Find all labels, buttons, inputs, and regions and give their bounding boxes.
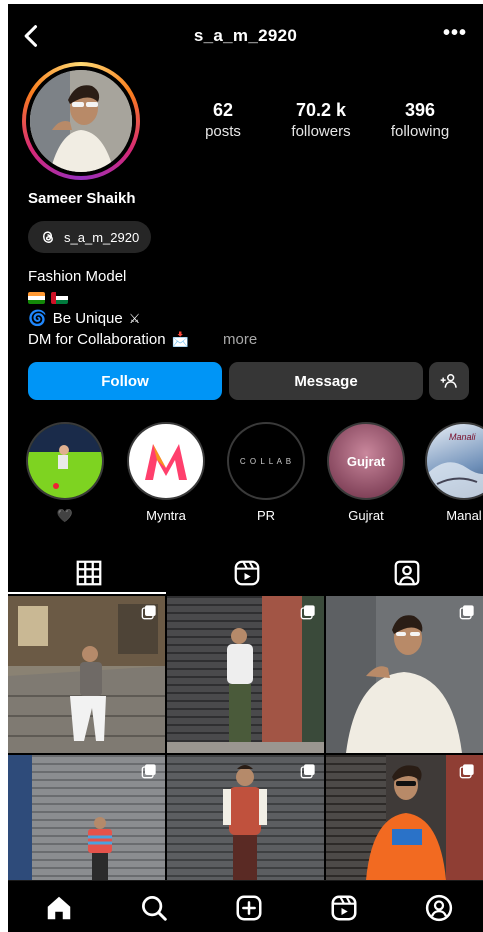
search-icon[interactable] xyxy=(139,893,169,923)
mailbox-icon: 📩 xyxy=(171,331,189,347)
threads-handle: s_a_m_2920 xyxy=(64,229,140,245)
highlight-cover xyxy=(26,422,104,500)
bio-line-unique: 🌀 Be Unique ⚔ xyxy=(28,308,257,329)
multiple-posts-icon xyxy=(300,764,315,779)
myntra-logo-icon xyxy=(145,444,187,480)
profile-tabs xyxy=(8,550,483,594)
bio-line: Fashion Model xyxy=(28,268,127,285)
highlight-label: Manal xyxy=(446,508,482,523)
bio: Fashion Model 🌀 Be Unique ⚔ DM for Colla… xyxy=(28,266,257,350)
bio-line: Be Unique xyxy=(52,310,123,327)
highlight-label: 🖤 xyxy=(56,508,74,523)
add-user-button[interactable] xyxy=(429,362,469,400)
highlight-item[interactable]: Gujrat Gujrat xyxy=(326,422,406,523)
story-highlights: 🖤 Myntra C O L L A B PR Gujrat Gujrat Ma… xyxy=(8,422,483,532)
highlight-cover-text: C O L L A B xyxy=(239,456,293,466)
post-grid xyxy=(8,596,483,880)
highlight-cover: Manali xyxy=(425,422,483,500)
highlight-label: PR xyxy=(256,508,276,523)
reels-icon[interactable] xyxy=(329,893,359,923)
multiple-posts-icon xyxy=(300,605,315,620)
highlight-label: Gujrat xyxy=(348,508,384,523)
post-thumbnail[interactable] xyxy=(167,596,324,753)
follow-button[interactable]: Follow xyxy=(28,362,222,400)
display-name: Sameer Shaikh xyxy=(28,190,136,207)
posts-count[interactable]: 62 posts xyxy=(178,100,268,140)
highlight-cover-text: Gujrat xyxy=(346,453,386,469)
post-thumbnail[interactable] xyxy=(326,755,483,880)
threads-icon xyxy=(43,231,53,243)
followers-count[interactable]: 70.2 k followers xyxy=(276,100,366,140)
highlight-item[interactable]: 🖤 xyxy=(25,422,105,524)
add-person-icon xyxy=(440,374,457,388)
post-thumbnail[interactable] xyxy=(8,755,165,880)
following-count[interactable]: 396 following xyxy=(375,100,465,140)
threads-badge[interactable]: s_a_m_2920 xyxy=(28,221,152,253)
post-thumbnail[interactable] xyxy=(167,755,324,880)
active-tab-indicator xyxy=(8,592,166,594)
highlight-item[interactable]: Myntra xyxy=(126,422,206,523)
multiple-posts-icon xyxy=(459,605,474,620)
highlight-cover: C O L L A B xyxy=(227,422,305,500)
multiple-posts-icon xyxy=(141,605,156,620)
bio-line-dm: DM for Collaboration 📩 more xyxy=(28,329,257,350)
multiple-posts-icon xyxy=(459,764,474,779)
bottom-nav xyxy=(8,880,483,932)
crossed-swords-icon: ⚔ xyxy=(128,311,141,326)
reels-tab-icon[interactable] xyxy=(232,558,262,588)
profile-screen: s_a_m_2920 ••• 62 posts 70.2 k followers… xyxy=(8,4,483,932)
tagged-icon[interactable] xyxy=(392,558,422,588)
profile-username: s_a_m_2920 xyxy=(193,26,298,45)
multiple-posts-icon xyxy=(141,764,156,779)
post-thumbnail[interactable] xyxy=(326,596,483,753)
grid-icon[interactable] xyxy=(74,558,104,588)
post-thumbnail[interactable] xyxy=(8,596,165,753)
stat-label: followers xyxy=(291,123,351,140)
stat-label: posts xyxy=(205,123,241,140)
bio-line: DM for Collaboration xyxy=(28,331,166,348)
palestine-flag-icon xyxy=(51,291,68,304)
india-flag-icon xyxy=(28,291,45,304)
profile-icon[interactable] xyxy=(424,893,454,923)
home-icon[interactable] xyxy=(44,893,74,923)
bio-flags xyxy=(28,287,257,308)
top-bar: s_a_m_2920 ••• xyxy=(8,4,483,68)
stat-value: 70.2 k xyxy=(295,100,347,120)
highlight-item[interactable]: C O L L A B PR xyxy=(226,422,306,523)
stat-value: 62 xyxy=(212,100,234,120)
highlight-label: Myntra xyxy=(146,508,186,523)
bio-more-link[interactable]: more xyxy=(223,329,257,350)
highlight-cover xyxy=(127,422,205,500)
highlight-cover: Gujrat xyxy=(327,422,405,500)
more-dots-icon[interactable]: ••• xyxy=(443,22,467,45)
stat-value: 396 xyxy=(404,100,436,120)
stat-label: following xyxy=(390,123,450,140)
avatar xyxy=(30,70,132,172)
highlight-item[interactable]: Manali Manal xyxy=(424,422,483,523)
message-button[interactable]: Message xyxy=(229,362,423,400)
story-ring[interactable] xyxy=(22,62,140,180)
create-icon[interactable] xyxy=(234,893,264,923)
spiral-icon: 🌀 xyxy=(28,310,47,327)
